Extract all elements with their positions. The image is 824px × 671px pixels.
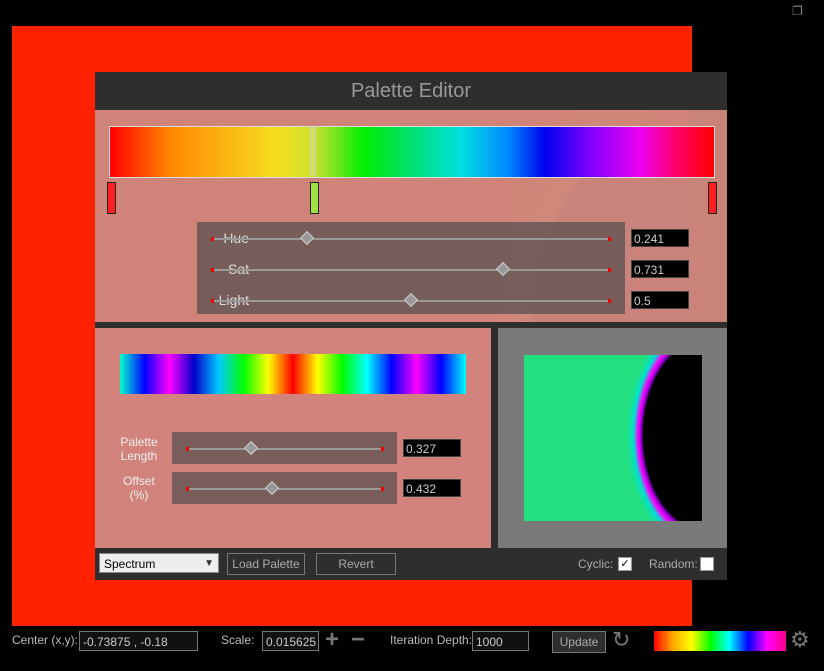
sat-value-input[interactable]: 0.731 xyxy=(631,260,689,278)
offset-label-line2: (%) xyxy=(129,488,149,502)
zoom-in-icon[interactable]: + xyxy=(325,626,339,654)
offset-label: Offset (%) xyxy=(115,474,163,502)
palette-length-label-line1: Palette xyxy=(120,435,158,449)
gradient-cursor[interactable] xyxy=(310,126,316,176)
slider-min-marker xyxy=(186,487,189,491)
divider-vertical xyxy=(491,328,498,548)
palette-length-label: Palette Length xyxy=(115,435,163,463)
iteration-depth-label: Iteration Depth: xyxy=(390,633,473,647)
color-stop-marker[interactable] xyxy=(708,182,717,214)
light-slider[interactable] xyxy=(211,292,611,308)
revert-button[interactable]: Revert xyxy=(316,553,396,575)
hsl-sliders-box: Hue Sat Light xyxy=(197,222,625,314)
hue-slider[interactable] xyxy=(211,230,611,246)
palette-panel: 0.327 0.432 Palette Length Offset (%) xyxy=(95,328,491,548)
scale-input[interactable]: 0.015625 xyxy=(262,631,319,651)
sat-slider-thumb[interactable] xyxy=(496,261,511,277)
cyclic-label: Cyclic: xyxy=(578,557,614,571)
slider-min-marker xyxy=(211,299,214,303)
offset-slider[interactable] xyxy=(186,480,384,496)
color-editor-panel: Hue Sat Light 0.241 0.731 0.5 xyxy=(95,110,727,322)
iteration-depth-input[interactable]: 1000 xyxy=(472,631,529,651)
slider-max-marker xyxy=(381,447,384,451)
sat-slider[interactable] xyxy=(211,261,611,277)
editor-bottom-bar: Spectrum ▼ Load Palette Revert Cyclic: ✓… xyxy=(95,548,727,580)
slider-min-marker xyxy=(211,237,214,241)
palette-select[interactable]: Spectrum ▼ xyxy=(99,553,219,573)
gradient-bar[interactable] xyxy=(109,126,715,178)
chevron-down-icon: ▼ xyxy=(204,558,214,569)
palette-editor-window: Palette Editor Hue Sat Light 0.241 0.731… xyxy=(95,72,727,580)
restore-window-icon[interactable]: ❐ xyxy=(792,4,806,18)
palette-length-slider[interactable] xyxy=(186,440,384,456)
palette-length-label-line2: Length xyxy=(120,449,158,463)
hue-slider-thumb[interactable] xyxy=(300,230,315,246)
offset-label-line1: Offset xyxy=(123,474,155,488)
light-slider-thumb[interactable] xyxy=(403,292,419,308)
color-stop-marker[interactable] xyxy=(107,182,116,214)
palette-preview-strip xyxy=(120,354,466,394)
color-stop-marker-selected[interactable] xyxy=(310,182,319,214)
slider-max-marker xyxy=(608,268,611,272)
window-title: Palette Editor xyxy=(350,80,472,102)
scale-label: Scale: xyxy=(221,633,255,647)
center-label: Center (x,y): xyxy=(12,633,79,647)
slider-max-marker xyxy=(608,299,611,303)
load-palette-button[interactable]: Load Palette xyxy=(227,553,305,575)
slider-min-marker xyxy=(211,268,214,272)
palette-mini-preview[interactable] xyxy=(654,631,786,651)
preview-panel xyxy=(498,328,727,548)
hue-value-input[interactable]: 0.241 xyxy=(631,229,689,247)
slider-max-marker xyxy=(608,237,611,241)
slider-max-marker xyxy=(381,487,384,491)
title-bar: Palette Editor xyxy=(95,72,727,110)
light-value-input[interactable]: 0.5 xyxy=(631,291,689,309)
zoom-out-icon[interactable]: − xyxy=(351,626,365,654)
center-input[interactable]: -0.73875 , -0.18 xyxy=(79,631,198,651)
slider-min-marker xyxy=(186,447,189,451)
cyclic-checkbox[interactable]: ✓ xyxy=(618,557,632,571)
fractal-preview-image xyxy=(524,355,702,521)
settings-gear-icon[interactable]: ⚙ xyxy=(790,627,810,653)
random-checkbox[interactable] xyxy=(700,557,714,571)
palette-select-value: Spectrum xyxy=(104,557,156,571)
palette-length-input[interactable]: 0.327 xyxy=(403,439,461,457)
update-button[interactable]: Update xyxy=(552,631,606,653)
reset-icon[interactable]: ↻ xyxy=(612,627,630,653)
random-label: Random: xyxy=(649,557,698,571)
offset-input[interactable]: 0.432 xyxy=(403,479,461,497)
